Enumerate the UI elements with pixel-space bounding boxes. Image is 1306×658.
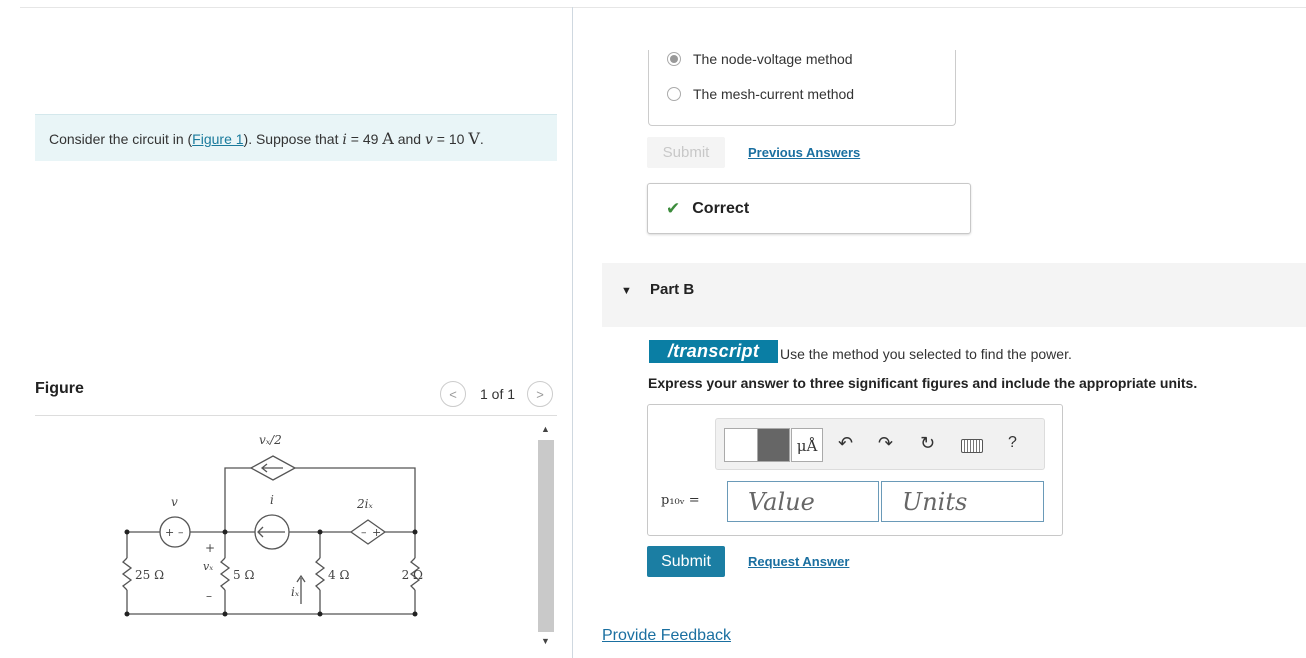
label-2-ohm: 2 Ω bbox=[402, 568, 423, 582]
units-input[interactable] bbox=[881, 481, 1044, 522]
scroll-down-icon[interactable]: ▼ bbox=[541, 636, 550, 646]
math-toolbar: μÅ ↶ ↷ ↻ ? bbox=[715, 418, 1045, 470]
figure-rule bbox=[35, 415, 557, 416]
part-b-submit-button[interactable]: Submit bbox=[647, 546, 725, 577]
templates-button[interactable] bbox=[724, 428, 790, 462]
part-a-options: The node-voltage method The mesh-current… bbox=[648, 50, 956, 126]
prev-figure-button[interactable]: < bbox=[440, 381, 466, 407]
label-vx-over-2: vₓ/2 bbox=[259, 433, 282, 447]
question-text: Consider the circuit in (Figure 1). Supp… bbox=[35, 114, 557, 161]
vx-minus: – bbox=[206, 589, 212, 603]
label-v: v bbox=[171, 495, 178, 509]
vs-plus: + bbox=[165, 526, 174, 539]
transcript-badge[interactable]: /transcript bbox=[649, 340, 778, 363]
reset-icon[interactable]: ↻ bbox=[920, 433, 935, 454]
dvs-minus: – bbox=[361, 526, 367, 539]
scroll-up-icon[interactable]: ▲ bbox=[541, 424, 550, 434]
figure-pager: < 1 of 1 > bbox=[440, 381, 554, 407]
answer-box: μÅ ↶ ↷ ↻ ? p₁₀ᵥ = bbox=[647, 404, 1063, 536]
next-figure-button[interactable]: > bbox=[527, 381, 554, 407]
figure-scrollbar[interactable]: ▲ ▼ bbox=[537, 422, 555, 652]
vx-plus: + bbox=[205, 541, 215, 555]
keyboard-icon[interactable] bbox=[961, 439, 983, 453]
redo-icon[interactable]: ↷ bbox=[878, 433, 893, 454]
label-5-ohm: 5 Ω bbox=[233, 568, 254, 582]
top-divider bbox=[20, 7, 1306, 8]
correct-feedback: ✔ Correct bbox=[647, 183, 971, 234]
part-b-header[interactable]: ▼ Part B bbox=[602, 263, 1306, 327]
pane-divider bbox=[572, 7, 573, 658]
previous-answers-link[interactable]: Previous Answers bbox=[748, 145, 860, 160]
undo-icon[interactable]: ↶ bbox=[838, 433, 853, 454]
variable-label: p₁₀ᵥ = bbox=[661, 493, 700, 508]
label-25-ohm: 25 Ω bbox=[135, 568, 164, 582]
label-4-ohm: 4 Ω bbox=[328, 568, 349, 582]
radio-selected-icon[interactable] bbox=[667, 52, 681, 66]
option-mesh-current[interactable]: The mesh-current method bbox=[667, 86, 854, 102]
radio-unselected-icon[interactable] bbox=[667, 87, 681, 101]
label-i: i bbox=[270, 493, 274, 507]
request-answer-link[interactable]: Request Answer bbox=[748, 554, 849, 569]
figure-page-count: 1 of 1 bbox=[480, 386, 516, 402]
circuit-diagram: vₓ/2 v i 2iₓ + – – + 25 Ω 5 Ω 4 Ω 2 Ω + … bbox=[121, 433, 423, 617]
label-2ix: 2iₓ bbox=[356, 497, 373, 511]
answer-format-instruction: Express your answer to three significant… bbox=[648, 375, 1198, 391]
help-button[interactable]: ? bbox=[1008, 434, 1017, 452]
units-symbol-button[interactable]: μÅ bbox=[791, 428, 823, 462]
part-a-submit-button[interactable]: Submit bbox=[647, 137, 725, 168]
figure-link[interactable]: Figure 1 bbox=[192, 131, 243, 147]
value-input[interactable] bbox=[727, 481, 879, 522]
label-ix: iₓ bbox=[291, 585, 300, 599]
option-node-voltage[interactable]: The node-voltage method bbox=[667, 51, 853, 67]
provide-feedback-link[interactable]: Provide Feedback bbox=[602, 627, 731, 645]
label-vx: vₓ bbox=[203, 560, 213, 573]
figure-heading: Figure bbox=[35, 380, 84, 397]
checkmark-icon: ✔ bbox=[666, 198, 681, 218]
vs-minus: – bbox=[178, 526, 184, 539]
dvs-plus: + bbox=[372, 526, 381, 539]
part-b-instruction: Use the method you selected to find the … bbox=[780, 346, 1072, 362]
scroll-thumb[interactable] bbox=[538, 440, 554, 632]
caret-down-icon: ▼ bbox=[621, 285, 632, 297]
